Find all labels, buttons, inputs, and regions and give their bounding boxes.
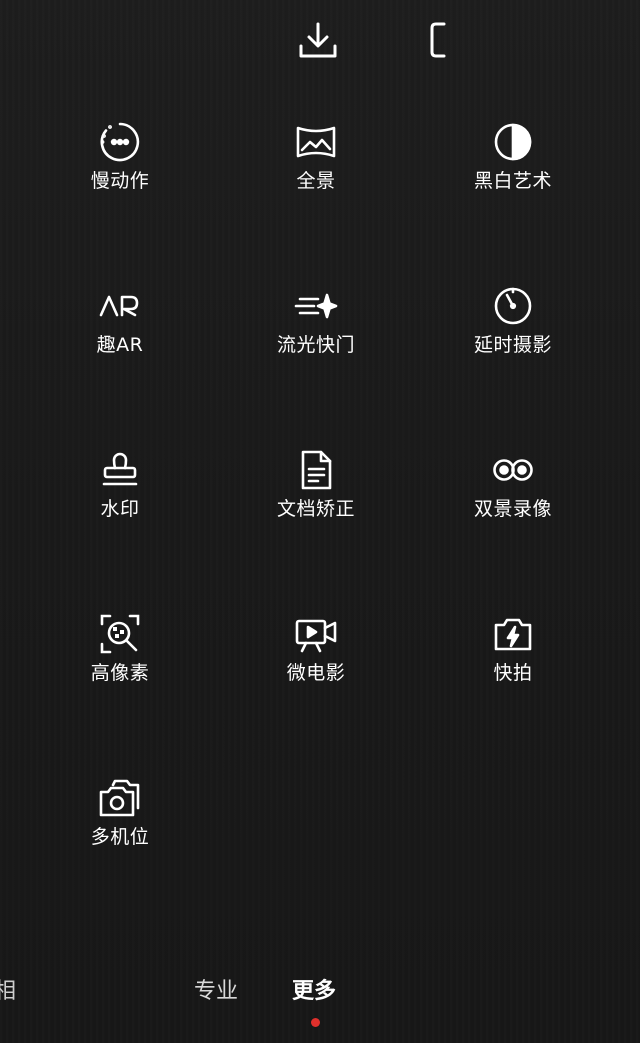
- mode-label: 多机位: [90, 826, 150, 848]
- mode-label: 慢动作: [90, 170, 150, 192]
- mode-micro-movie[interactable]: 微电影: [236, 604, 396, 704]
- panorama-icon: [294, 120, 338, 164]
- tab-photo-partial[interactable]: 相: [0, 978, 16, 1006]
- mode-multi-camera[interactable]: 多机位: [40, 768, 200, 868]
- active-tab-indicator: [311, 1018, 320, 1027]
- micro-movie-icon: [294, 612, 338, 656]
- tab-pro[interactable]: 专业: [194, 978, 238, 1006]
- mode-dual-view[interactable]: 双景录像: [433, 440, 593, 540]
- dual-view-icon: [491, 448, 535, 492]
- quick-snap-icon: [491, 612, 535, 656]
- mode-label: 文档矫正: [276, 498, 355, 520]
- mode-watermark[interactable]: 水印: [40, 440, 200, 540]
- document-icon: [294, 448, 338, 492]
- mode-label: 水印: [100, 498, 140, 520]
- mode-row: 慢动作 全景 黑白艺术: [0, 112, 640, 276]
- mode-light-painting[interactable]: 流光快门: [236, 276, 396, 376]
- mode-label: 延时摄影: [473, 334, 552, 356]
- mode-slow-motion[interactable]: 慢动作: [40, 112, 200, 212]
- mode-label: 流光快门: [276, 334, 355, 356]
- bottom-mode-bar: 相 专业 更多: [0, 960, 640, 1043]
- mode-quick-snap[interactable]: 快拍: [433, 604, 593, 704]
- multi-camera-icon: [98, 776, 142, 820]
- mode-label: 全景: [296, 170, 336, 192]
- mode-panorama[interactable]: 全景: [236, 112, 396, 212]
- high-resolution-icon: [98, 612, 142, 656]
- mode-ar[interactable]: 趣AR: [40, 276, 200, 376]
- mode-high-resolution[interactable]: 高像素: [40, 604, 200, 704]
- monochrome-icon: [491, 120, 535, 164]
- mode-grid: 慢动作 全景 黑白艺术 趣AR 流光快门 延时摄影 水印 文档矫正 双景录像 高…: [0, 112, 640, 932]
- mode-row: 趣AR 流光快门 延时摄影: [0, 276, 640, 440]
- tab-more[interactable]: 更多: [292, 978, 336, 1006]
- mode-label: 快拍: [493, 662, 533, 684]
- watermark-stamp-icon: [98, 448, 142, 492]
- mode-label: 高像素: [90, 662, 150, 684]
- mode-row: 多机位: [0, 768, 640, 932]
- mode-row: 水印 文档矫正 双景录像: [0, 440, 640, 604]
- timelapse-icon: [491, 284, 535, 328]
- top-toolbar: [0, 0, 640, 80]
- light-painting-icon: [294, 284, 338, 328]
- mode-label: 黑白艺术: [473, 170, 552, 192]
- mode-label: 微电影: [286, 662, 346, 684]
- ar-icon: [98, 284, 142, 328]
- mode-label: 双景录像: [473, 498, 552, 520]
- mode-row: 高像素 微电影 快拍: [0, 604, 640, 768]
- slow-motion-icon: [98, 120, 142, 164]
- aspect-ratio-icon[interactable]: [424, 18, 454, 62]
- mode-label: 趣AR: [96, 334, 144, 356]
- download-icon[interactable]: [296, 18, 340, 62]
- mode-timelapse[interactable]: 延时摄影: [433, 276, 593, 376]
- mode-document[interactable]: 文档矫正: [236, 440, 396, 540]
- mode-monochrome[interactable]: 黑白艺术: [433, 112, 593, 212]
